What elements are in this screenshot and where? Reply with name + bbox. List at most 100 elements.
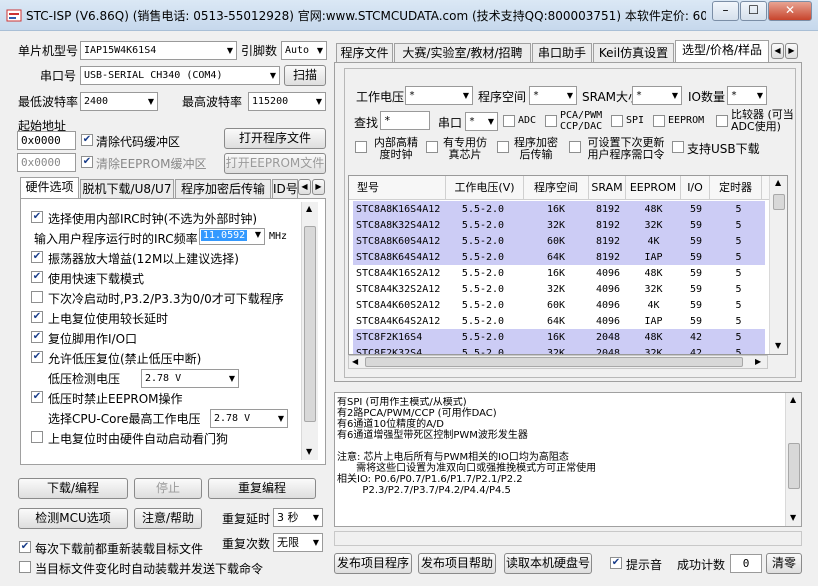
repeat-delay-select[interactable]: 3 秒 ▼ [273, 508, 323, 527]
table-row[interactable]: STC8A8K32S4A12 5.5-2.0 32K 8192 32K 59 5 [353, 217, 765, 233]
clear-code-checkbox[interactable]: ✔ [81, 134, 93, 146]
col-model[interactable]: 型号 [349, 176, 446, 200]
flash-select[interactable]: * ▼ [529, 86, 577, 105]
port-select[interactable]: USB-SERIAL CH340 (COM4) ▼ [80, 66, 280, 85]
hscroll-thumb[interactable] [365, 357, 743, 367]
col-io[interactable]: I/O [681, 176, 710, 200]
auto-reload-checkbox[interactable] [19, 561, 31, 573]
io-select[interactable]: * ▼ [727, 86, 767, 105]
scroll-up-icon[interactable]: ▲ [775, 178, 781, 187]
lv-eeprom-checkbox[interactable]: ✔ [31, 391, 43, 403]
code-addr-input[interactable]: 0x0000 [17, 131, 76, 150]
scroll-right-icon[interactable]: ▶ [755, 357, 761, 366]
col-voltage[interactable]: 工作电压(V) [446, 176, 524, 200]
watchdog-checkbox[interactable] [31, 431, 43, 443]
ice-checkbox[interactable] [426, 141, 438, 153]
tab-encrypt[interactable]: 程序加密后传输 [175, 179, 271, 199]
irc-checkbox[interactable]: ✔ [31, 211, 43, 223]
tab-contest[interactable]: 大赛/实验室/教材/招聘 [394, 43, 531, 63]
scroll-down-icon[interactable]: ▼ [306, 447, 312, 456]
cpu-core-select[interactable]: 2.78 V ▼ [210, 409, 288, 428]
detect-mcu-button[interactable]: 检测MCU选项 [18, 508, 128, 529]
irc-filter-checkbox[interactable] [355, 141, 367, 153]
read-disk-button[interactable]: 读取本机硬盘号 [504, 553, 592, 574]
scan-button[interactable]: 扫描 [284, 65, 326, 86]
scroll-thumb[interactable] [788, 443, 800, 489]
tab-program-file[interactable]: 程序文件 [336, 43, 393, 63]
eeprom-checkbox[interactable] [653, 115, 665, 127]
lvr-checkbox[interactable]: ✔ [31, 351, 43, 363]
enc-checkbox[interactable] [497, 141, 509, 153]
options-scrollbar[interactable]: ▲ ▼ [301, 202, 318, 460]
tab-right-arrow-icon[interactable]: ▶ [312, 179, 325, 195]
table-row[interactable]: STC8A4K64S2A12 5.5-2.0 64K 4096 IAP 59 5 [353, 313, 765, 329]
mcu-select[interactable]: IAP15W4K61S4 ▼ [80, 41, 237, 60]
scroll-left-icon[interactable]: ◀ [352, 357, 358, 366]
reload-checkbox[interactable]: ✔ [19, 541, 31, 553]
tab-left-arrow-icon[interactable]: ◀ [298, 179, 311, 195]
tab-serial-assistant[interactable]: 串口助手 [532, 43, 592, 63]
col-eeprom[interactable]: EEPROM [626, 176, 681, 200]
download-button[interactable]: 下载/编程 [18, 478, 128, 499]
table-row[interactable]: STC8A8K60S4A12 5.5-2.0 60K 8192 4K 59 5 [353, 233, 765, 249]
repeat-count-select[interactable]: 无限 ▼ [273, 533, 323, 552]
scroll-up-icon[interactable]: ▲ [790, 395, 796, 404]
pca-checkbox[interactable] [545, 115, 557, 127]
stop-button[interactable]: 停止 [134, 478, 202, 499]
open-program-button[interactable]: 打开程序文件 [224, 128, 326, 149]
table-row[interactable]: STC8A8K64S4A12 5.5-2.0 64K 8192 IAP 59 5 [353, 249, 765, 265]
table-row[interactable]: STC8F2K16S4 5.5-2.0 16K 2048 48K 42 5 [353, 329, 765, 345]
min-baud-select[interactable]: 2400 ▼ [80, 92, 158, 111]
table-row[interactable]: STC8A4K60S2A12 5.5-2.0 60K 4096 4K 59 5 [353, 297, 765, 313]
pins-select[interactable]: Auto ▼ [281, 41, 327, 60]
info-scrollbar[interactable]: ▲ ▼ [785, 393, 801, 526]
password-checkbox[interactable] [569, 141, 581, 153]
clear-count-button[interactable]: 清零 [766, 553, 802, 574]
col-sram[interactable]: SRAM [589, 176, 626, 200]
tab-keil[interactable]: Keil仿真设置 [593, 43, 674, 63]
tab-offline[interactable]: 脱机下载/U8/U7 [80, 179, 174, 199]
adc-checkbox[interactable] [503, 115, 515, 127]
max-baud-select[interactable]: 115200 ▼ [248, 92, 326, 111]
minimize-button[interactable]: – [712, 1, 739, 21]
col-flash[interactable]: 程序空间 [524, 176, 589, 200]
scroll-down-icon[interactable]: ▼ [775, 341, 781, 350]
publish-program-button[interactable]: 发布项目程序 [334, 553, 412, 574]
spi-checkbox[interactable] [611, 115, 623, 127]
scroll-thumb[interactable] [773, 194, 785, 210]
p32-checkbox[interactable] [31, 291, 43, 303]
reset-io-checkbox[interactable]: ✔ [31, 331, 43, 343]
clear-eeprom-checkbox[interactable]: ✔ [81, 156, 93, 168]
voltage-select[interactable]: * ▼ [405, 86, 473, 105]
maximize-button[interactable]: ☐ [740, 1, 767, 21]
scroll-up-icon[interactable]: ▲ [306, 204, 312, 213]
tab-right-arrow-icon[interactable]: ▶ [785, 43, 798, 59]
scroll-thumb[interactable] [304, 226, 316, 422]
search-input[interactable]: * [380, 111, 430, 130]
tab-left-arrow-icon[interactable]: ◀ [771, 43, 784, 59]
table-row[interactable]: STC8A8K16S4A12 5.5-2.0 16K 8192 48K 59 5 [353, 201, 765, 217]
compare-checkbox[interactable] [716, 115, 728, 127]
table-row[interactable]: STC8F2K32S4 5.5-2.0 32K 2048 32K 42 5 [353, 345, 765, 354]
usb-checkbox[interactable] [672, 141, 684, 153]
col-timer[interactable]: 定时器 [710, 176, 762, 200]
help-button[interactable]: 注意/帮助 [134, 508, 202, 529]
beep-checkbox[interactable]: ✔ [610, 557, 622, 569]
open-eeprom-button[interactable]: 打开EEPROM文件 [224, 153, 326, 174]
reprogram-button[interactable]: 重复编程 [208, 478, 316, 499]
close-button[interactable]: ✕ [768, 1, 812, 21]
table-hscroll[interactable]: ◀ ▶ [348, 355, 768, 369]
lv-detect-select[interactable]: 2.78 V ▼ [141, 369, 239, 388]
scroll-down-icon[interactable]: ▼ [790, 513, 796, 522]
tab-id[interactable]: ID号 [272, 179, 298, 199]
table-row[interactable]: STC8A4K32S2A12 5.5-2.0 32K 4096 32K 59 5 [353, 281, 765, 297]
fast-download-checkbox[interactable]: ✔ [31, 271, 43, 283]
eeprom-addr-input[interactable]: 0x0000 [17, 153, 76, 172]
table-row[interactable]: STC8A4K16S2A12 5.5-2.0 16K 4096 48K 59 5 [353, 265, 765, 281]
publish-help-button[interactable]: 发布项目帮助 [418, 553, 496, 574]
table-scrollbar[interactable]: ▲ ▼ [769, 176, 787, 354]
long-delay-checkbox[interactable]: ✔ [31, 311, 43, 323]
sram-select[interactable]: * ▼ [632, 86, 682, 105]
osc-gain-checkbox[interactable]: ✔ [31, 251, 43, 263]
tab-selection[interactable]: 选型/价格/样品 [675, 40, 769, 62]
